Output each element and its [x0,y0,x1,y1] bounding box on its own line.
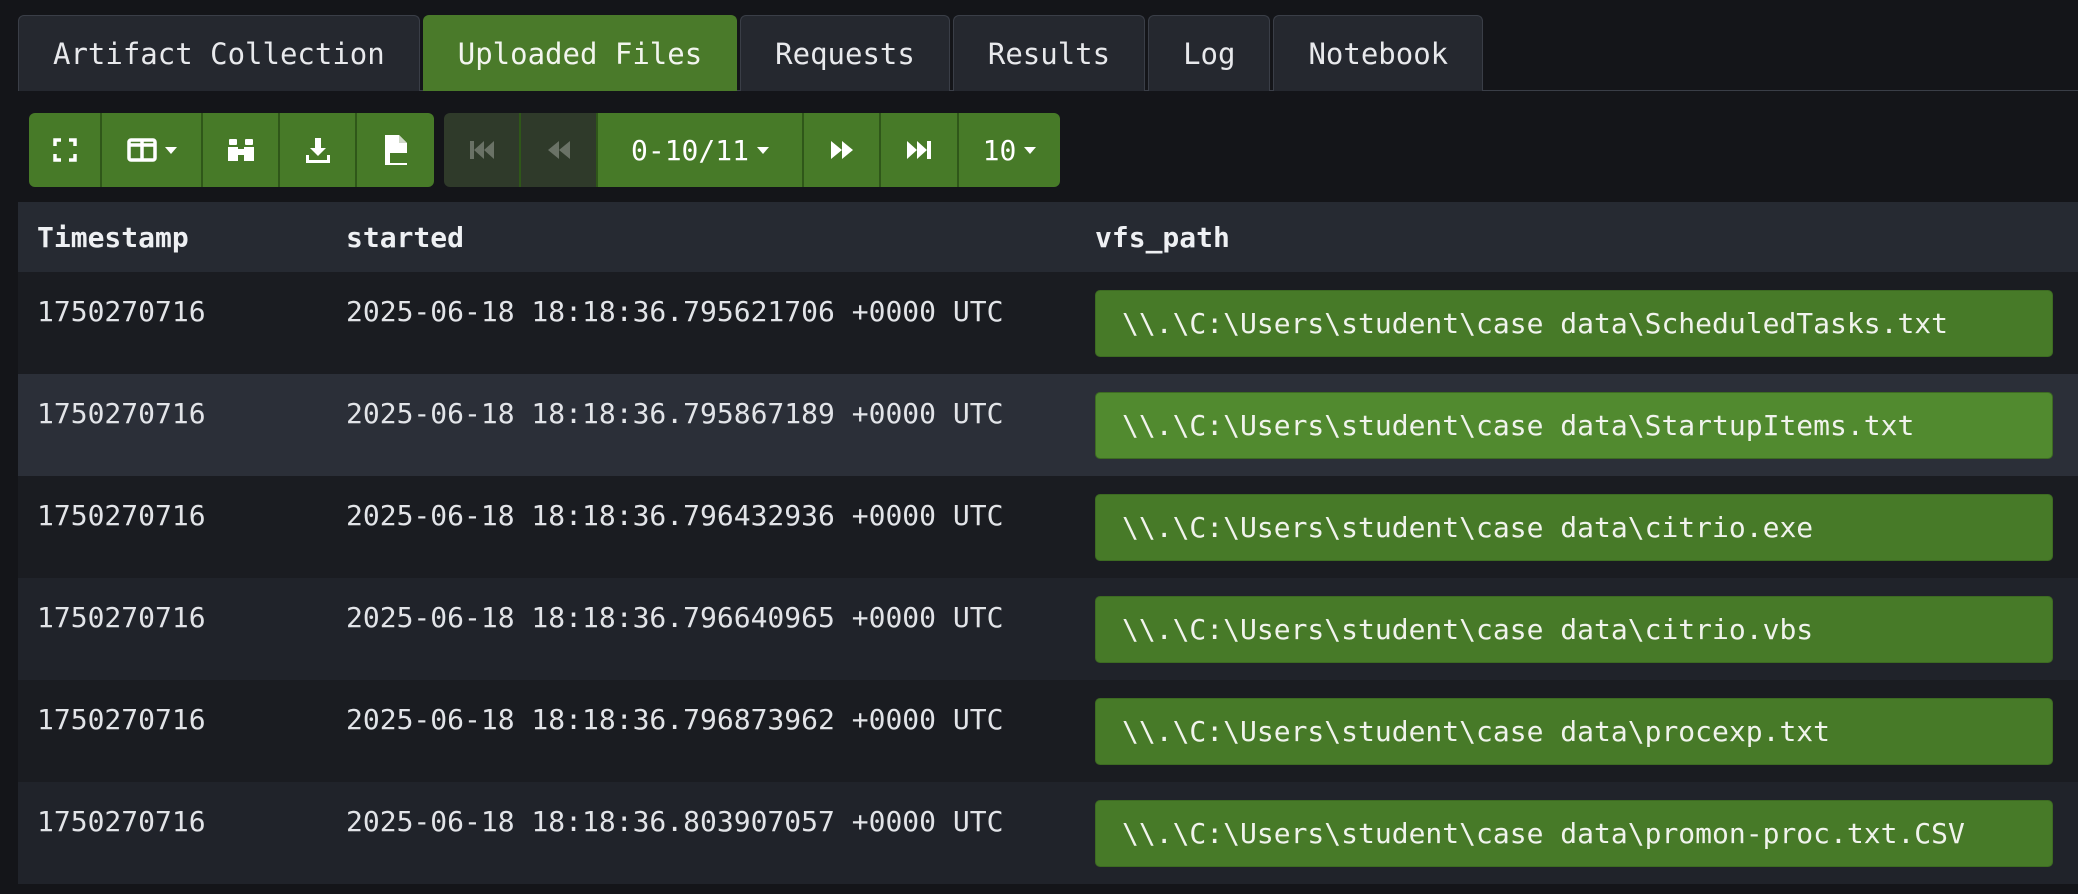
started-cell: 2025-06-18 18:18:36.795621706 +0000 UTC [346,295,1004,328]
started-cell: 2025-06-18 18:18:36.796432936 +0000 UTC [346,499,1004,532]
vfs-path-cell: \\.\C:\Users\student\case data\Scheduled… [1095,272,2078,357]
column-header-timestamp[interactable]: Timestamp [18,221,346,254]
page-range-dropdown[interactable]: 0-10/11 [598,113,804,187]
table-body: 1750270716 2025-06-18 18:18:36.795621706… [18,272,2078,884]
first-page-button[interactable] [444,113,521,187]
tab-notebook[interactable]: Notebook [1273,15,1484,91]
previous-page-button[interactable] [521,113,598,187]
column-selector-button[interactable] [102,113,203,187]
binoculars-icon [227,139,254,161]
timestamp-cell: 1750270716 [37,397,206,430]
tab-artifact-collection[interactable]: Artifact Collection [18,15,420,91]
vfs-path-link[interactable]: \\.\C:\Users\student\case data\procexp.t… [1095,698,2053,765]
vfs-path-link[interactable]: \\.\C:\Users\student\case data\StartupIt… [1095,392,2053,459]
next-page-button[interactable] [804,113,881,187]
vfs-path-cell: \\.\C:\Users\student\case data\StartupIt… [1095,374,2078,459]
table-actions-group [29,113,434,187]
table-row: 1750270716 2025-06-18 18:18:36.796640965… [18,578,2078,680]
fullscreen-icon [52,138,77,162]
export-csv-button[interactable] [357,113,434,187]
started-cell: 2025-06-18 18:18:36.795867189 +0000 UTC [346,397,1004,430]
tab-log[interactable]: Log [1148,15,1271,91]
download-button[interactable] [280,113,357,187]
vfs-path-link[interactable]: \\.\C:\Users\student\case data\Scheduled… [1095,290,2053,357]
tab-bar: Artifact Collection Uploaded Files Reque… [18,14,2078,91]
vfs-path-cell: \\.\C:\Users\student\case data\citrio.vb… [1095,578,2078,663]
uploaded-files-view: Artifact Collection Uploaded Files Reque… [0,0,2078,894]
table-toolbar: 0-10/11 10 [29,113,1070,187]
pagination-group: 0-10/11 10 [444,113,1060,187]
tab-results[interactable]: Results [952,15,1146,91]
skip-forward-icon [907,141,931,159]
skip-backward-icon [469,141,494,159]
column-header-vfs-path[interactable]: vfs_path [1095,221,2078,254]
vfs-path-cell: \\.\C:\Users\student\case data\citrio.ex… [1095,476,2078,561]
timestamp-cell: 1750270716 [37,601,206,634]
timestamp-cell: 1750270716 [37,295,206,328]
rewind-icon [547,141,570,159]
table-row: 1750270716 2025-06-18 18:18:36.795621706… [18,272,2078,374]
fullscreen-button[interactable] [29,113,102,187]
last-page-button[interactable] [881,113,959,187]
columns-icon [126,138,157,162]
timestamp-cell: 1750270716 [37,499,206,532]
timestamp-cell: 1750270716 [37,805,206,838]
table-row: 1750270716 2025-06-18 18:18:36.795867189… [18,374,2078,476]
chevron-down-icon [164,146,177,154]
column-header-started[interactable]: started [346,221,1095,254]
uploaded-files-table: Timestamp started vfs_path 1750270716 20… [18,202,2078,884]
page-size-label: 10 [982,133,1017,167]
tab-requests[interactable]: Requests [740,15,950,91]
vfs-path-link[interactable]: \\.\C:\Users\student\case data\citrio.ex… [1095,494,2053,561]
vfs-path-cell: \\.\C:\Users\student\case data\promon-pr… [1095,782,2078,867]
download-icon [305,138,330,163]
vfs-path-cell: \\.\C:\Users\student\case data\procexp.t… [1095,680,2078,765]
page-size-dropdown[interactable]: 10 [959,113,1060,187]
started-cell: 2025-06-18 18:18:36.796873962 +0000 UTC [346,703,1004,736]
search-button[interactable] [203,113,280,187]
started-cell: 2025-06-18 18:18:36.796640965 +0000 UTC [346,601,1004,634]
started-cell: 2025-06-18 18:18:36.803907057 +0000 UTC [346,805,1004,838]
chevron-down-icon [1024,146,1037,154]
table-header: Timestamp started vfs_path [18,202,2078,272]
table-row: 1750270716 2025-06-18 18:18:36.803907057… [18,782,2078,884]
table-row: 1750270716 2025-06-18 18:18:36.796432936… [18,476,2078,578]
timestamp-cell: 1750270716 [37,703,206,736]
table-row: 1750270716 2025-06-18 18:18:36.796873962… [18,680,2078,782]
tab-uploaded-files[interactable]: Uploaded Files [422,15,738,91]
page-range-label: 0-10/11 [630,133,749,167]
fast-forward-icon [830,141,853,159]
csv-file-icon [384,135,409,165]
vfs-path-link[interactable]: \\.\C:\Users\student\case data\citrio.vb… [1095,596,2053,663]
vfs-path-link[interactable]: \\.\C:\Users\student\case data\promon-pr… [1095,800,2053,867]
chevron-down-icon [757,146,769,154]
